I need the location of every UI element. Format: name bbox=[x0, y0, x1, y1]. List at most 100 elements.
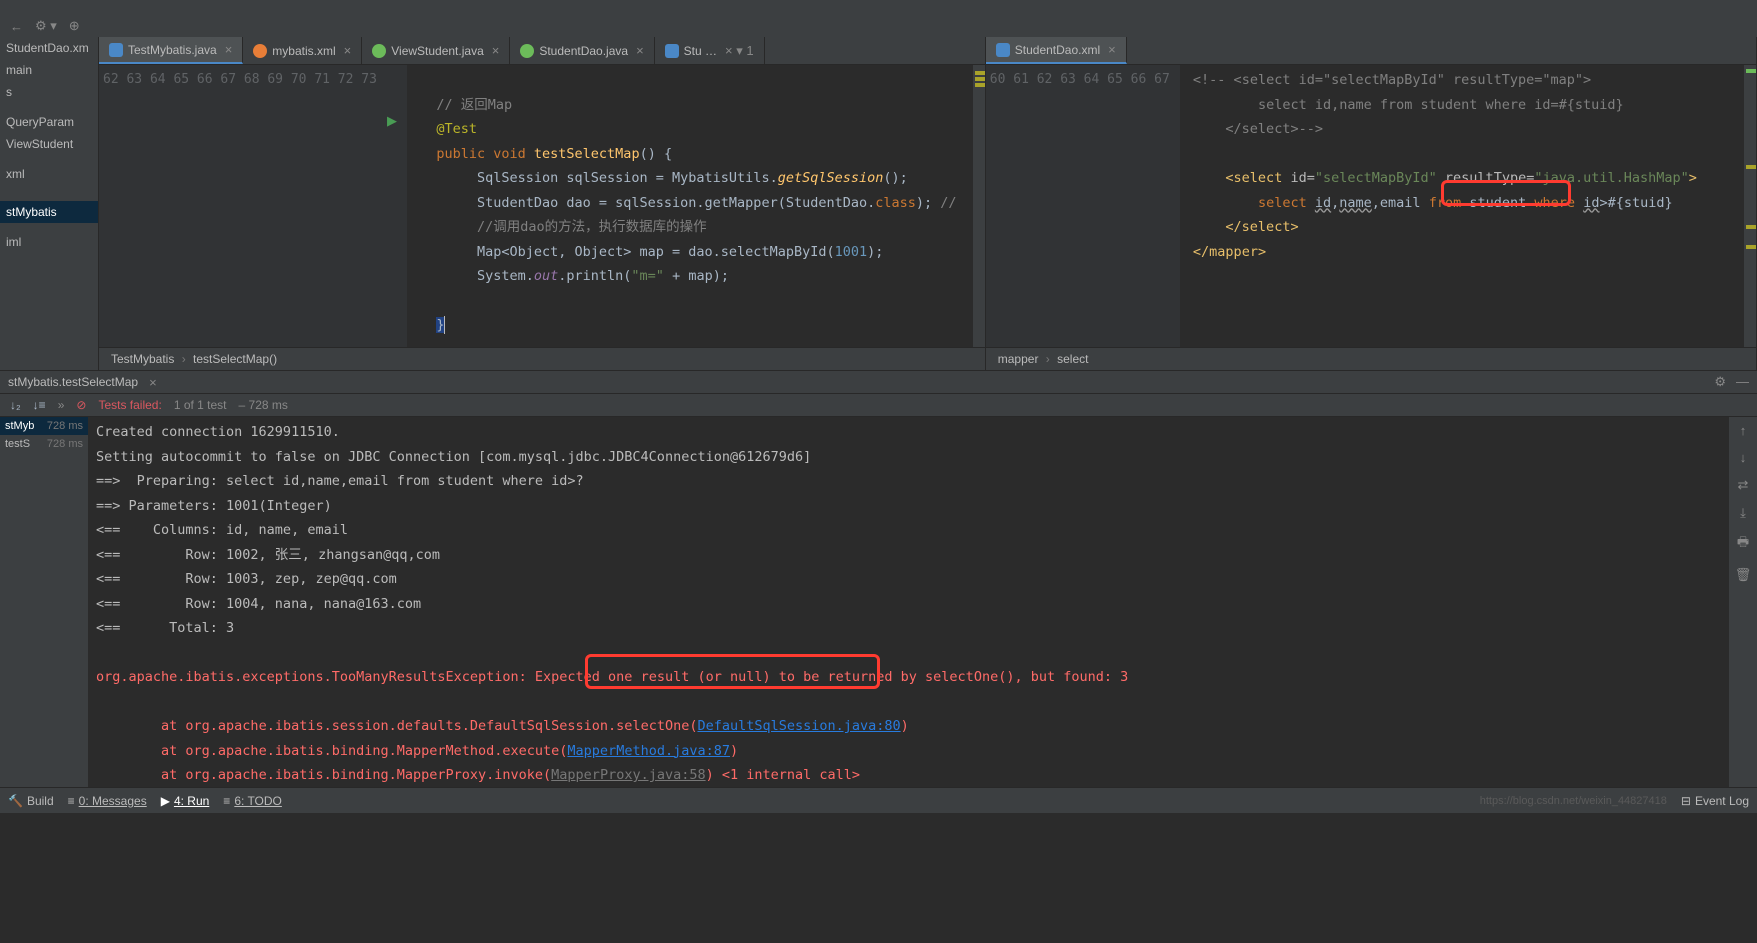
log-icon: ⊟ bbox=[1681, 794, 1691, 808]
source-link[interactable]: MapperMethod.java:87 bbox=[567, 743, 730, 759]
run-toolwindow[interactable]: ▶4: Run bbox=[161, 794, 210, 808]
down-icon[interactable]: ↓ bbox=[1740, 450, 1747, 465]
tree-item[interactable]: stMybatis bbox=[0, 201, 98, 223]
tree-item[interactable] bbox=[0, 193, 98, 201]
keyword: public bbox=[436, 146, 485, 162]
tree-item[interactable]: StudentDao.xm bbox=[0, 37, 98, 59]
comment: </select>--> bbox=[1225, 121, 1323, 137]
close-icon[interactable]: × bbox=[1108, 42, 1116, 57]
crumb[interactable]: select bbox=[1038, 352, 1088, 366]
gutter-markers[interactable]: ▶ bbox=[387, 65, 407, 347]
run-gutter-icon[interactable]: ▶ bbox=[387, 113, 397, 128]
close-icon[interactable]: × ▾ 1 bbox=[725, 43, 754, 59]
log-line: <== Row: 1003, zep, zep@qq.com bbox=[96, 571, 397, 587]
scroll-icon[interactable]: ⤓ bbox=[1740, 505, 1746, 521]
tree-item[interactable]: xml bbox=[0, 163, 98, 185]
xml-tag: > bbox=[1689, 170, 1697, 186]
code: () { bbox=[640, 146, 673, 162]
test-node[interactable]: testS728 ms bbox=[0, 435, 88, 453]
minimize-icon[interactable]: ― bbox=[1736, 374, 1749, 390]
tab-testmybatis[interactable]: TestMybatis.java× bbox=[99, 37, 243, 64]
close-icon[interactable]: × bbox=[636, 43, 644, 58]
tree-item[interactable] bbox=[0, 223, 98, 231]
red-highlight-box-console bbox=[585, 654, 880, 689]
code: StudentDao dao = sqlSession.getMapper(St… bbox=[477, 195, 875, 211]
sql-param: #{stuid} bbox=[1608, 195, 1673, 211]
crumb[interactable]: testSelectMap() bbox=[174, 352, 277, 366]
code-area-right[interactable]: 60 61 62 63 64 65 66 67 <!-- <select id=… bbox=[986, 65, 1756, 347]
annotation: @Test bbox=[436, 121, 477, 137]
line-numbers: 60 61 62 63 64 65 66 67 bbox=[986, 65, 1180, 347]
log-line: Created connection 1629911510. bbox=[96, 424, 340, 440]
back-icon[interactable]: ← bbox=[10, 19, 23, 34]
compass-icon[interactable]: ⊕ bbox=[69, 18, 80, 34]
tree-item[interactable]: iml bbox=[0, 231, 98, 253]
trash-icon[interactable]: 🗑 bbox=[1735, 567, 1752, 583]
print-icon[interactable]: 🖶 bbox=[1737, 533, 1749, 555]
crumb[interactable]: mapper bbox=[998, 352, 1039, 366]
code-area-left[interactable]: 62 63 64 65 66 67 68 69 70 71 72 73 ▶ //… bbox=[99, 65, 985, 347]
error-stripe[interactable] bbox=[973, 65, 985, 347]
crumb[interactable]: TestMybatis bbox=[111, 352, 174, 366]
code: ); bbox=[916, 195, 940, 211]
exception: org.apache.ibatis.exceptions.TooManyResu… bbox=[96, 669, 535, 685]
code: System. bbox=[477, 268, 534, 284]
tree-item[interactable]: main bbox=[0, 59, 98, 81]
tree-item[interactable] bbox=[0, 185, 98, 193]
editor-left: TestMybatis.java× mybatis.xml× ViewStude… bbox=[99, 37, 986, 370]
tab-stu[interactable]: Stu … × ▾ 1 bbox=[655, 37, 765, 64]
log-line: <== Row: 1002, 张三, zhangsan@qq,com bbox=[96, 547, 440, 563]
hammer-icon: 🔨 bbox=[8, 794, 23, 808]
messages-toolwindow[interactable]: ≡0: Messages bbox=[68, 794, 147, 808]
tab-label: Stu … bbox=[684, 44, 717, 58]
wrap-icon[interactable]: ⇄ bbox=[1738, 477, 1749, 493]
stacktrace: at org.apache.ibatis.binding.MapperMetho… bbox=[96, 743, 567, 759]
console-output[interactable]: Created connection 1629911510. Setting a… bbox=[88, 417, 1729, 787]
line-numbers: 62 63 64 65 66 67 68 69 70 71 72 73 bbox=[99, 65, 387, 347]
close-icon[interactable]: × bbox=[492, 43, 500, 58]
event-log[interactable]: ⊟Event Log bbox=[1681, 794, 1749, 808]
source-link[interactable]: DefaultSqlSession.java:80 bbox=[697, 718, 900, 734]
tab-label: StudentDao.xml bbox=[1015, 43, 1100, 57]
caret bbox=[444, 316, 445, 334]
sort-icon[interactable]: ↓≡ bbox=[33, 398, 46, 412]
close-icon[interactable]: × bbox=[225, 42, 233, 57]
test-status-count: 1 of 1 test bbox=[174, 398, 227, 412]
number: 1001 bbox=[835, 244, 868, 260]
tab-viewstudent[interactable]: ViewStudent.java× bbox=[362, 37, 510, 64]
project-tree[interactable]: StudentDao.xm main s QueryParam ViewStud… bbox=[0, 37, 99, 370]
tree-item[interactable] bbox=[0, 155, 98, 163]
build-toolwindow[interactable]: 🔨Build bbox=[8, 794, 54, 808]
tab-studentdao-java[interactable]: StudentDao.java× bbox=[510, 37, 654, 64]
xml-attr: id= bbox=[1290, 170, 1314, 186]
close-icon[interactable]: × bbox=[149, 375, 157, 390]
tree-item[interactable]: QueryParam bbox=[0, 111, 98, 133]
run-tab[interactable]: stMybatis.testSelectMap bbox=[8, 375, 138, 389]
gear-icon[interactable]: ⚙ ▾ bbox=[35, 18, 57, 34]
breadcrumb-left[interactable]: TestMybatistestSelectMap() bbox=[99, 347, 985, 370]
tree-item[interactable]: s bbox=[0, 81, 98, 103]
more-icon[interactable]: » bbox=[58, 398, 65, 412]
gear-icon[interactable]: ⚙ bbox=[1714, 374, 1726, 390]
keyword: void bbox=[493, 146, 526, 162]
tab-studentdao-xml[interactable]: StudentDao.xml × bbox=[986, 37, 1127, 64]
code-text[interactable]: // 返回Map @Test public void testSelectMap… bbox=[407, 65, 973, 347]
todo-toolwindow[interactable]: ≡6: TODO bbox=[223, 794, 282, 808]
breadcrumb-right[interactable]: mapperselect bbox=[986, 347, 1756, 370]
tree-item[interactable]: ViewStudent bbox=[0, 133, 98, 155]
error-stripe[interactable] bbox=[1744, 65, 1756, 347]
code-text[interactable]: <!-- <select id="selectMapById" resultTy… bbox=[1180, 65, 1744, 347]
tree-item[interactable] bbox=[0, 103, 98, 111]
test-tree[interactable]: stMyb728 ms testS728 ms bbox=[0, 417, 88, 787]
tab-mybatis-xml[interactable]: mybatis.xml× bbox=[243, 37, 362, 64]
close-icon[interactable]: × bbox=[344, 43, 352, 58]
test-node[interactable]: stMyb728 ms bbox=[0, 417, 88, 435]
test-panel: stMyb728 ms testS728 ms Created connecti… bbox=[0, 417, 1757, 787]
code: .println( bbox=[558, 268, 631, 284]
source-link[interactable]: MapperProxy.java:58 bbox=[551, 767, 705, 783]
up-icon[interactable]: ↑ bbox=[1740, 423, 1747, 438]
sql-kw: select bbox=[1258, 195, 1307, 211]
log-line: ==> Parameters: 1001(Integer) bbox=[96, 498, 332, 514]
sort-icon[interactable]: ↓₂ bbox=[10, 398, 21, 412]
xml-icon bbox=[253, 44, 267, 58]
